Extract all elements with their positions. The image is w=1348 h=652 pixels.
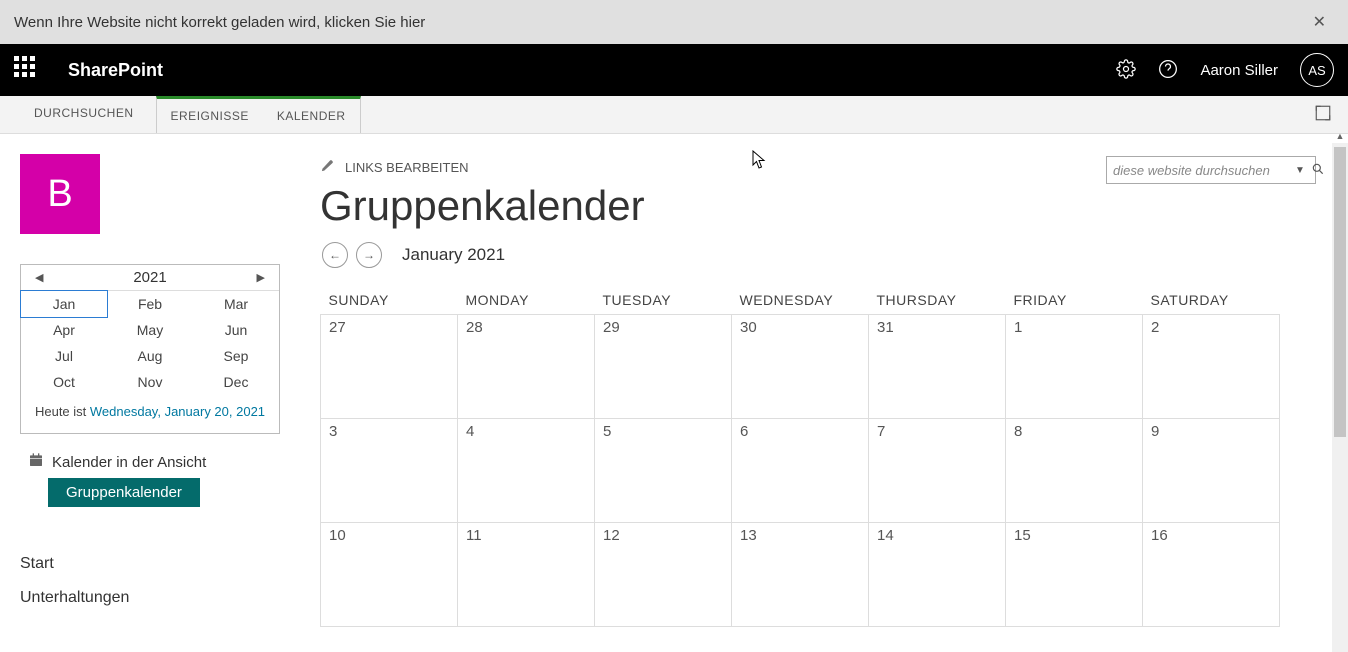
vertical-scrollbar[interactable] xyxy=(1332,143,1348,652)
calendar-cell[interactable]: 27 xyxy=(321,315,458,419)
site-logo[interactable]: B xyxy=(20,154,100,234)
prev-month-button[interactable]: ← xyxy=(322,242,348,268)
today-link[interactable]: Wednesday, January 20, 2021 xyxy=(90,404,265,419)
calendar-cell[interactable]: 15 xyxy=(1006,523,1143,627)
search-icon[interactable] xyxy=(1311,162,1325,179)
month-jul[interactable]: Jul xyxy=(21,343,107,369)
calendar-cell[interactable]: 28 xyxy=(458,315,595,419)
calendar-icon xyxy=(28,452,44,472)
brand-label[interactable]: SharePoint xyxy=(68,60,163,81)
calendar-cell[interactable]: 4 xyxy=(458,419,595,523)
month-sep[interactable]: Sep xyxy=(193,343,279,369)
calendar-cell[interactable]: 7 xyxy=(869,419,1006,523)
close-icon[interactable]: ✕ xyxy=(1305,8,1334,36)
tab-browse[interactable]: DURCHSUCHEN xyxy=(20,96,148,133)
next-year-icon[interactable]: ▶ xyxy=(257,271,265,284)
month-jan[interactable]: Jan xyxy=(20,290,108,318)
tab-events[interactable]: EREIGNISSE xyxy=(157,99,263,133)
load-warning-banner: Wenn Ihre Website nicht korrekt geladen … xyxy=(0,0,1348,44)
month-nov[interactable]: Nov xyxy=(107,369,193,395)
user-name[interactable]: Aaron Siller xyxy=(1200,62,1278,79)
month-feb[interactable]: Feb xyxy=(107,291,193,317)
calendar-cell[interactable]: 29 xyxy=(595,315,732,419)
next-month-button[interactable]: → xyxy=(356,242,382,268)
calendar-title: January 2021 xyxy=(402,245,505,265)
search-box[interactable]: ▼ xyxy=(1106,156,1316,184)
prev-year-icon[interactable]: ◀ xyxy=(35,271,43,284)
day-header: THURSDAY xyxy=(869,286,1006,315)
day-header: MONDAY xyxy=(458,286,595,315)
calendar-cell[interactable]: 31 xyxy=(869,315,1006,419)
today-label: Heute ist Wednesday, January 20, 2021 xyxy=(21,395,279,433)
month-dec[interactable]: Dec xyxy=(193,369,279,395)
app-launcher-icon[interactable] xyxy=(14,56,42,84)
calendar-cell[interactable]: 30 xyxy=(732,315,869,419)
day-header: SUNDAY xyxy=(321,286,458,315)
calendar-cell[interactable]: 14 xyxy=(869,523,1006,627)
gear-icon[interactable] xyxy=(1116,59,1136,82)
day-header: SATURDAY xyxy=(1143,286,1280,315)
day-header: TUESDAY xyxy=(595,286,732,315)
tab-calendar[interactable]: KALENDER xyxy=(263,99,360,133)
search-scope-dropdown-icon[interactable]: ▼ xyxy=(1295,165,1305,176)
month-jun[interactable]: Jun xyxy=(193,317,279,343)
edit-links-label: LINKS BEARBEITEN xyxy=(345,160,469,175)
month-oct[interactable]: Oct xyxy=(21,369,107,395)
month-may[interactable]: May xyxy=(107,317,193,343)
day-header: WEDNESDAY xyxy=(732,286,869,315)
scroll-up-icon[interactable]: ▲ xyxy=(1332,131,1348,143)
month-aug[interactable]: Aug xyxy=(107,343,193,369)
search-input[interactable] xyxy=(1113,163,1289,178)
calendar-grid: SUNDAYMONDAYTUESDAYWEDNESDAYTHURSDAYFRID… xyxy=(320,286,1280,627)
scroll-thumb[interactable] xyxy=(1334,147,1346,437)
calendar-cell[interactable]: 3 xyxy=(321,419,458,523)
calendar-cell[interactable]: 12 xyxy=(595,523,732,627)
day-header: FRIDAY xyxy=(1006,286,1143,315)
suite-bar: SharePoint Aaron Siller AS xyxy=(0,44,1348,96)
calendar-cell[interactable]: 13 xyxy=(732,523,869,627)
nav-conversations[interactable]: Unterhaltungen xyxy=(20,581,320,615)
calendar-cell[interactable]: 8 xyxy=(1006,419,1143,523)
ribbon-active-group: EREIGNISSE KALENDER xyxy=(156,96,361,133)
month-mar[interactable]: Mar xyxy=(193,291,279,317)
calendar-cell[interactable]: 2 xyxy=(1143,315,1280,419)
calendar-cell[interactable]: 1 xyxy=(1006,315,1143,419)
nav-start[interactable]: Start xyxy=(20,547,320,581)
left-nav: Start Unterhaltungen xyxy=(20,547,320,615)
calendar-cell[interactable]: 11 xyxy=(458,523,595,627)
calendar-cell[interactable]: 10 xyxy=(321,523,458,627)
month-apr[interactable]: Apr xyxy=(21,317,107,343)
mini-cal-year: 2021 xyxy=(133,269,166,286)
mini-calendar: ◀ 2021 ▶ JanFebMar AprMayJun JulAugSep OctN… xyxy=(20,264,280,434)
pencil-icon xyxy=(320,158,335,176)
help-icon[interactable] xyxy=(1158,59,1178,82)
calendar-cell[interactable]: 5 xyxy=(595,419,732,523)
ribbon: DURCHSUCHEN EREIGNISSE KALENDER xyxy=(0,96,1348,134)
banner-text[interactable]: Wenn Ihre Website nicht korrekt geladen … xyxy=(14,14,425,31)
calendar-cell[interactable]: 6 xyxy=(732,419,869,523)
page-title: Gruppenkalender xyxy=(320,182,1348,230)
calendar-cell[interactable]: 9 xyxy=(1143,419,1280,523)
views-section-label: Kalender in der Ansicht xyxy=(52,454,206,471)
avatar[interactable]: AS xyxy=(1300,53,1334,87)
calendar-cell[interactable]: 16 xyxy=(1143,523,1280,627)
focus-content-icon[interactable] xyxy=(1298,96,1348,133)
current-view-pill[interactable]: Gruppenkalender xyxy=(48,478,200,507)
